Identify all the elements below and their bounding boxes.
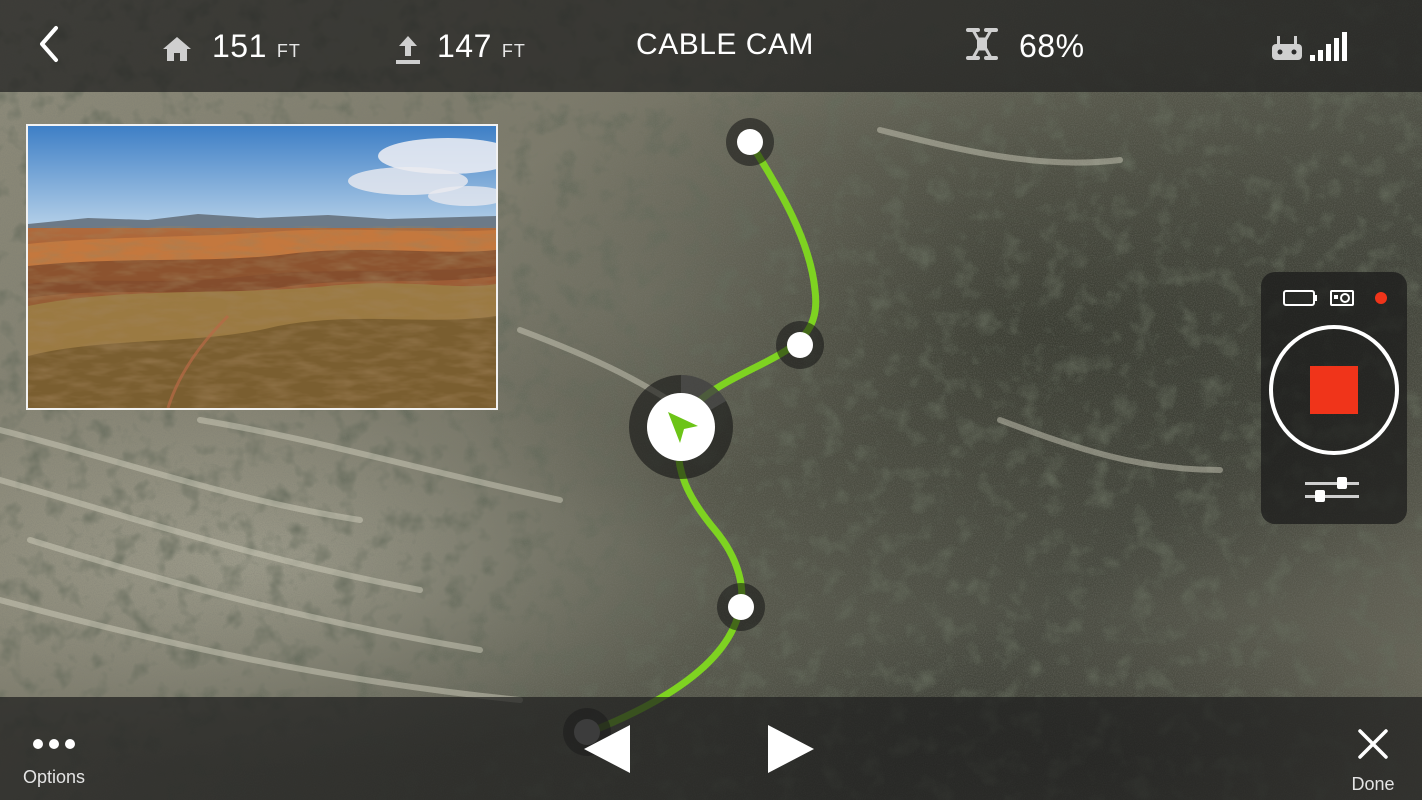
altitude-value: 147 xyxy=(437,28,492,64)
drone-icon xyxy=(966,28,998,60)
stop-icon xyxy=(1310,366,1358,414)
home-distance-value: 151 xyxy=(212,28,267,64)
altitude-up-icon xyxy=(396,36,420,64)
recording-dot-icon xyxy=(1375,292,1387,304)
altitude-unit: FT xyxy=(501,41,526,61)
waypoint-3[interactable] xyxy=(717,583,765,631)
home-distance-unit: FT xyxy=(276,41,301,61)
video-preview-thumbnail xyxy=(28,126,496,408)
controller-signal xyxy=(1270,32,1350,67)
close-icon xyxy=(1358,729,1388,759)
controller-signal-icon xyxy=(1272,32,1347,61)
waypoint-1[interactable] xyxy=(726,118,774,166)
phone-icon xyxy=(1283,290,1317,306)
sliders-icon xyxy=(1305,477,1359,502)
page-title: CABLE CAM xyxy=(636,28,814,61)
done-button[interactable]: Done xyxy=(1340,727,1406,794)
done-label: Done xyxy=(1351,774,1395,794)
triangle-left-icon xyxy=(584,725,630,773)
battery-value: 68% xyxy=(1019,28,1085,64)
move-forward-button[interactable] xyxy=(764,723,818,775)
camera-preview[interactable] xyxy=(26,124,498,410)
stop-recording-button[interactable] xyxy=(1269,325,1399,455)
more-dots-icon xyxy=(14,733,94,757)
drone-position-marker[interactable] xyxy=(628,374,734,480)
camera-icon xyxy=(1330,290,1354,306)
battery-status: 68% xyxy=(964,28,1085,68)
back-button[interactable] xyxy=(30,24,70,64)
waypoint-2[interactable] xyxy=(776,321,824,369)
chevron-left-icon xyxy=(40,26,58,62)
bottom-control-bar: Options Done xyxy=(0,697,1422,800)
top-status-bar: 151 FT 147 FT CABLE CAM 68% xyxy=(0,0,1422,92)
record-panel xyxy=(1261,272,1407,524)
altitude: 147 FT xyxy=(393,28,526,68)
options-button[interactable]: Options xyxy=(14,733,94,793)
move-backward-button[interactable] xyxy=(580,723,634,775)
drone-position-arrow-icon xyxy=(629,375,733,479)
home-icon xyxy=(163,37,191,61)
camera-settings-button[interactable] xyxy=(1303,476,1361,504)
home-distance: 151 FT xyxy=(160,28,301,68)
triangle-right-icon xyxy=(768,725,814,773)
capture-mode-icons xyxy=(1283,290,1387,306)
options-label: Options xyxy=(22,767,86,787)
